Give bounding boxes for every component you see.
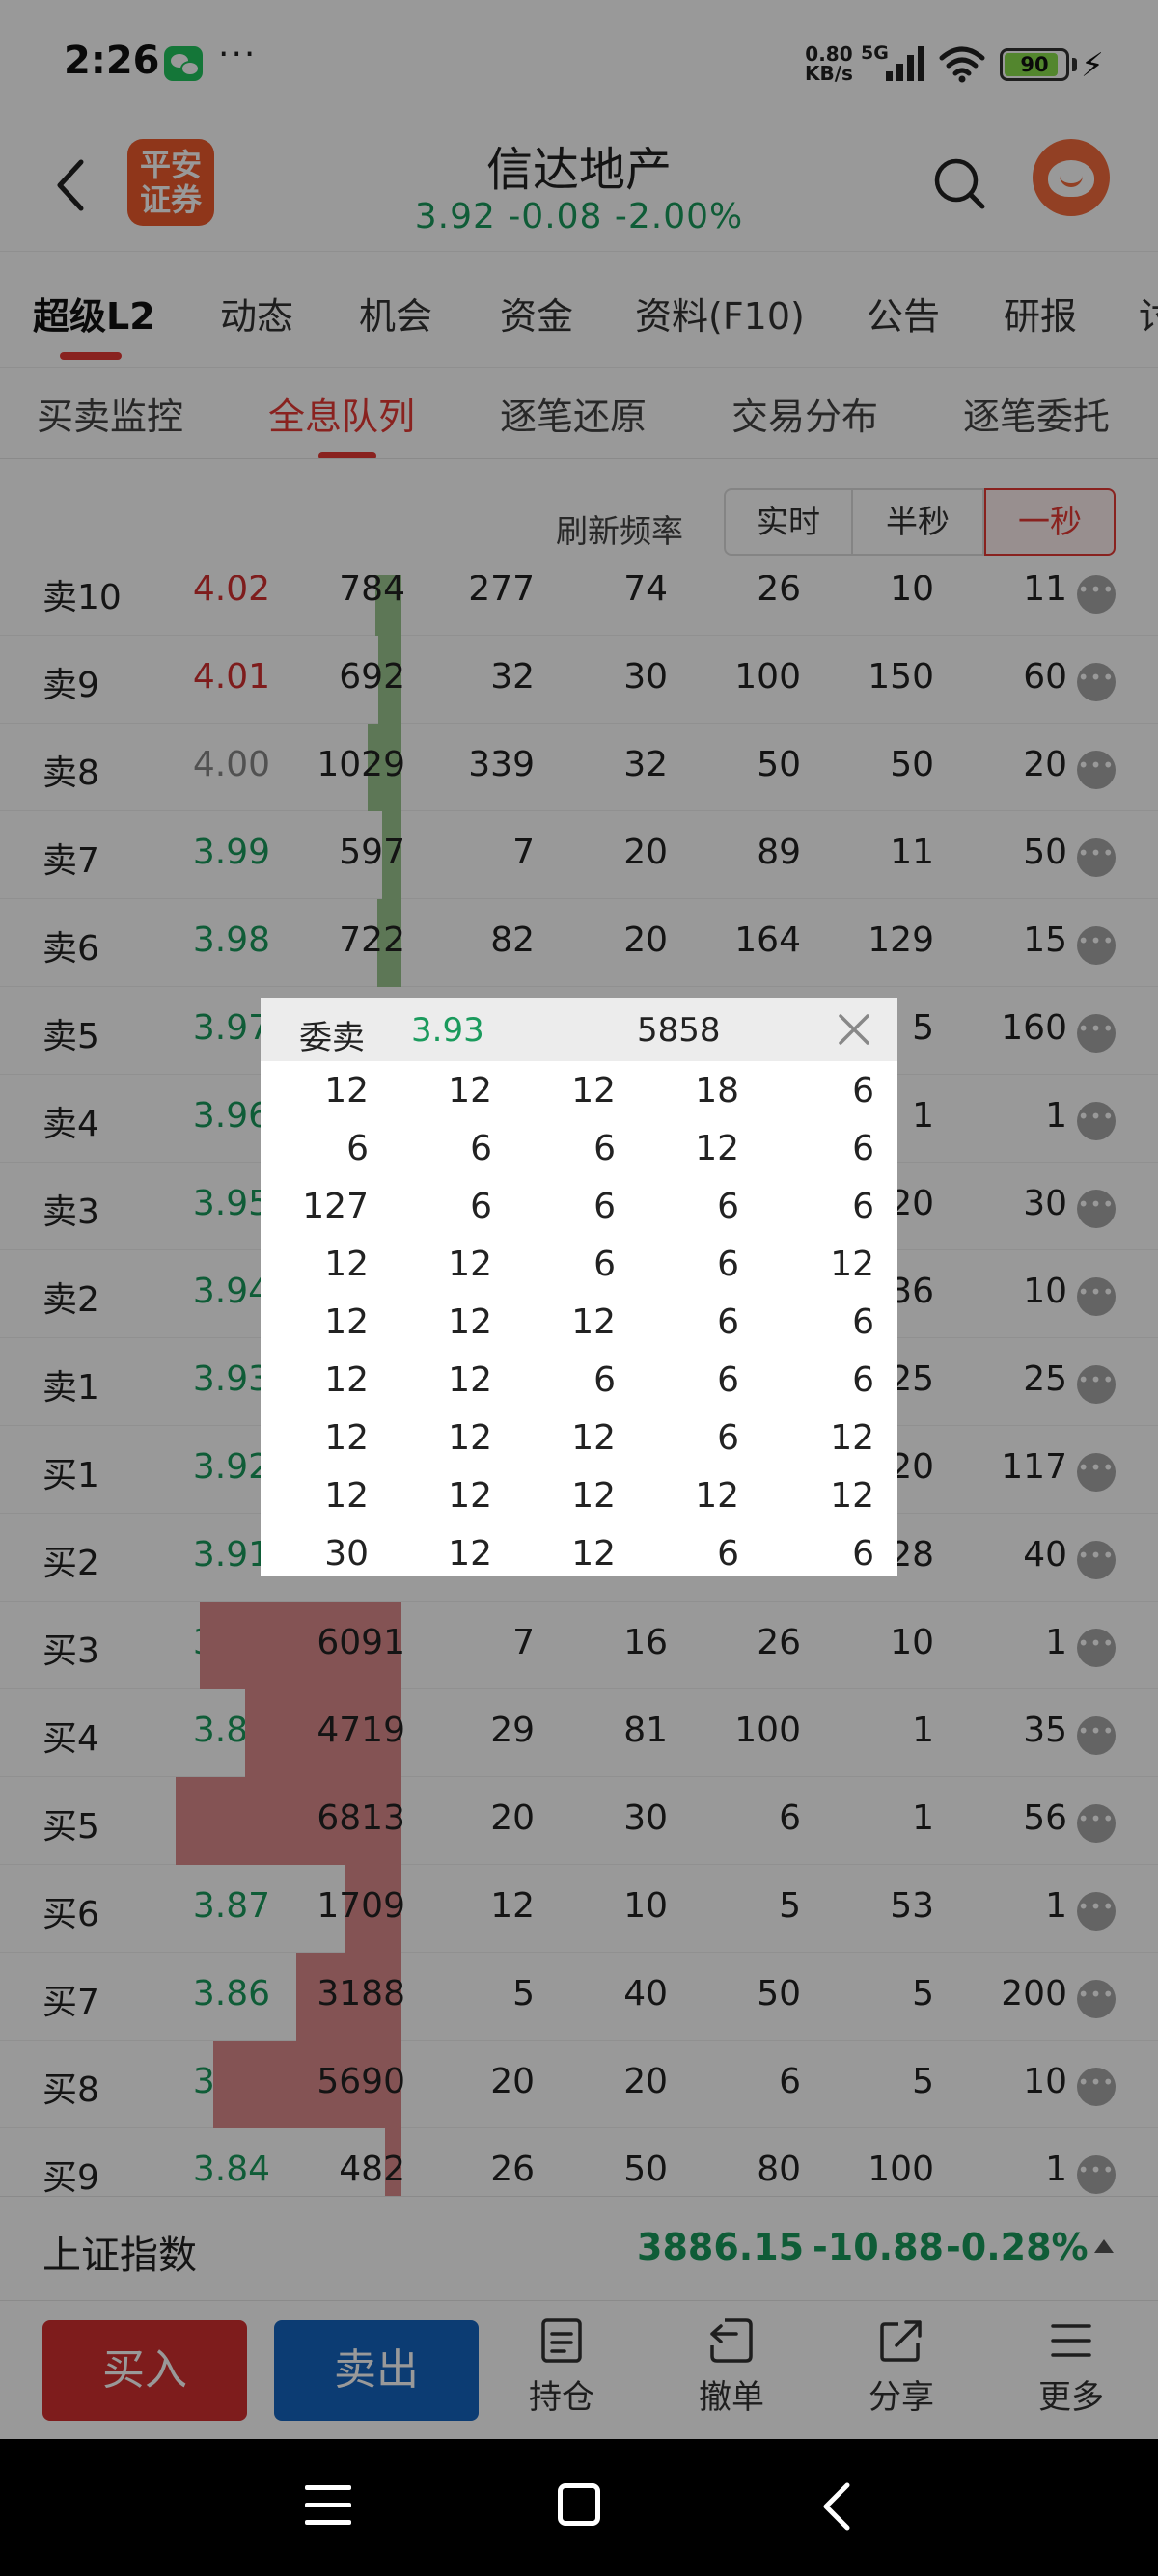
queue-order: 6: [717, 1418, 739, 1458]
popup-label: 委卖: [299, 1019, 365, 1057]
queue-order: 12: [448, 1476, 492, 1516]
close-icon[interactable]: [836, 1011, 872, 1048]
queue-order: 12: [571, 1071, 616, 1110]
queue-order: 6: [717, 1302, 739, 1342]
queue-grid: 12 12 12 18 6 6 6 6 12 6 127 6 6 6 6 12 12 6 6 12 12 12 12 6 6 12…: [261, 1061, 897, 1576]
queue-order: 6: [593, 1187, 616, 1226]
queue-order: 12: [571, 1476, 616, 1516]
queue-order: 6: [717, 1187, 739, 1226]
queue-order: 30: [324, 1534, 369, 1574]
order-queue-popup: 委卖 3.93 5858 12 12 12 18 6 6 6 6 12 6 127 6 6 6 6 12 12 6…: [261, 998, 897, 1576]
queue-order: 6: [852, 1360, 874, 1400]
queue-order: 12: [324, 1476, 369, 1516]
queue-order: 6: [852, 1534, 874, 1574]
home-icon[interactable]: [558, 2483, 600, 2526]
queue-order: 12: [695, 1476, 739, 1516]
queue-row: 30 12 12 6 6: [261, 1524, 897, 1576]
queue-order: 12: [448, 1534, 492, 1574]
queue-order: 6: [852, 1187, 874, 1226]
queue-order: 6: [852, 1071, 874, 1110]
queue-order: 12: [830, 1476, 874, 1516]
queue-row: 12 12 12 6 6: [261, 1293, 897, 1351]
queue-order: 12: [695, 1129, 739, 1168]
queue-order: 6: [852, 1129, 874, 1168]
queue-row: 12 12 6 6 12: [261, 1235, 897, 1293]
queue-order: 6: [470, 1129, 492, 1168]
recent-apps-icon[interactable]: [305, 2485, 351, 2528]
queue-row: 12 12 12 6 12: [261, 1409, 897, 1466]
queue-order: 12: [571, 1302, 616, 1342]
queue-row: 127 6 6 6 6: [261, 1177, 897, 1235]
queue-order: 12: [830, 1245, 874, 1284]
app-screen: 2:26 ··· 0.80 KB/s 5G 90 ⚡ 平安 证券 信达地产 3.…: [0, 0, 1158, 2576]
queue-order: 18: [695, 1071, 739, 1110]
queue-row: 6 6 6 12 6: [261, 1119, 897, 1177]
popup-header: 委卖 3.93 5858: [261, 998, 897, 1061]
system-nav-bar: [0, 2439, 1158, 2576]
queue-order: 12: [571, 1534, 616, 1574]
popup-total: 5858: [637, 1011, 721, 1050]
queue-order: 127: [302, 1187, 369, 1226]
queue-order: 6: [717, 1534, 739, 1574]
queue-order: 12: [324, 1245, 369, 1284]
queue-order: 6: [593, 1245, 616, 1284]
queue-order: 12: [448, 1302, 492, 1342]
popup-price: 3.93: [411, 1011, 484, 1050]
queue-order: 12: [448, 1418, 492, 1458]
queue-order: 12: [830, 1418, 874, 1458]
queue-order: 12: [448, 1360, 492, 1400]
queue-order: 6: [593, 1360, 616, 1400]
queue-row: 12 12 12 12 12: [261, 1466, 897, 1524]
queue-order: 12: [448, 1245, 492, 1284]
nav-back-icon[interactable]: [811, 2478, 865, 2535]
queue-order: 6: [346, 1129, 369, 1168]
queue-row: 12 12 12 18 6: [261, 1061, 897, 1119]
queue-order: 12: [448, 1071, 492, 1110]
queue-order: 6: [593, 1129, 616, 1168]
queue-order: 12: [571, 1418, 616, 1458]
queue-order: 6: [717, 1360, 739, 1400]
queue-order: 12: [324, 1071, 369, 1110]
queue-row: 12 12 6 6 6: [261, 1351, 897, 1409]
queue-order: 12: [324, 1302, 369, 1342]
queue-order: 6: [852, 1302, 874, 1342]
queue-order: 12: [324, 1360, 369, 1400]
queue-order: 6: [470, 1187, 492, 1226]
queue-order: 12: [324, 1418, 369, 1458]
queue-order: 6: [717, 1245, 739, 1284]
